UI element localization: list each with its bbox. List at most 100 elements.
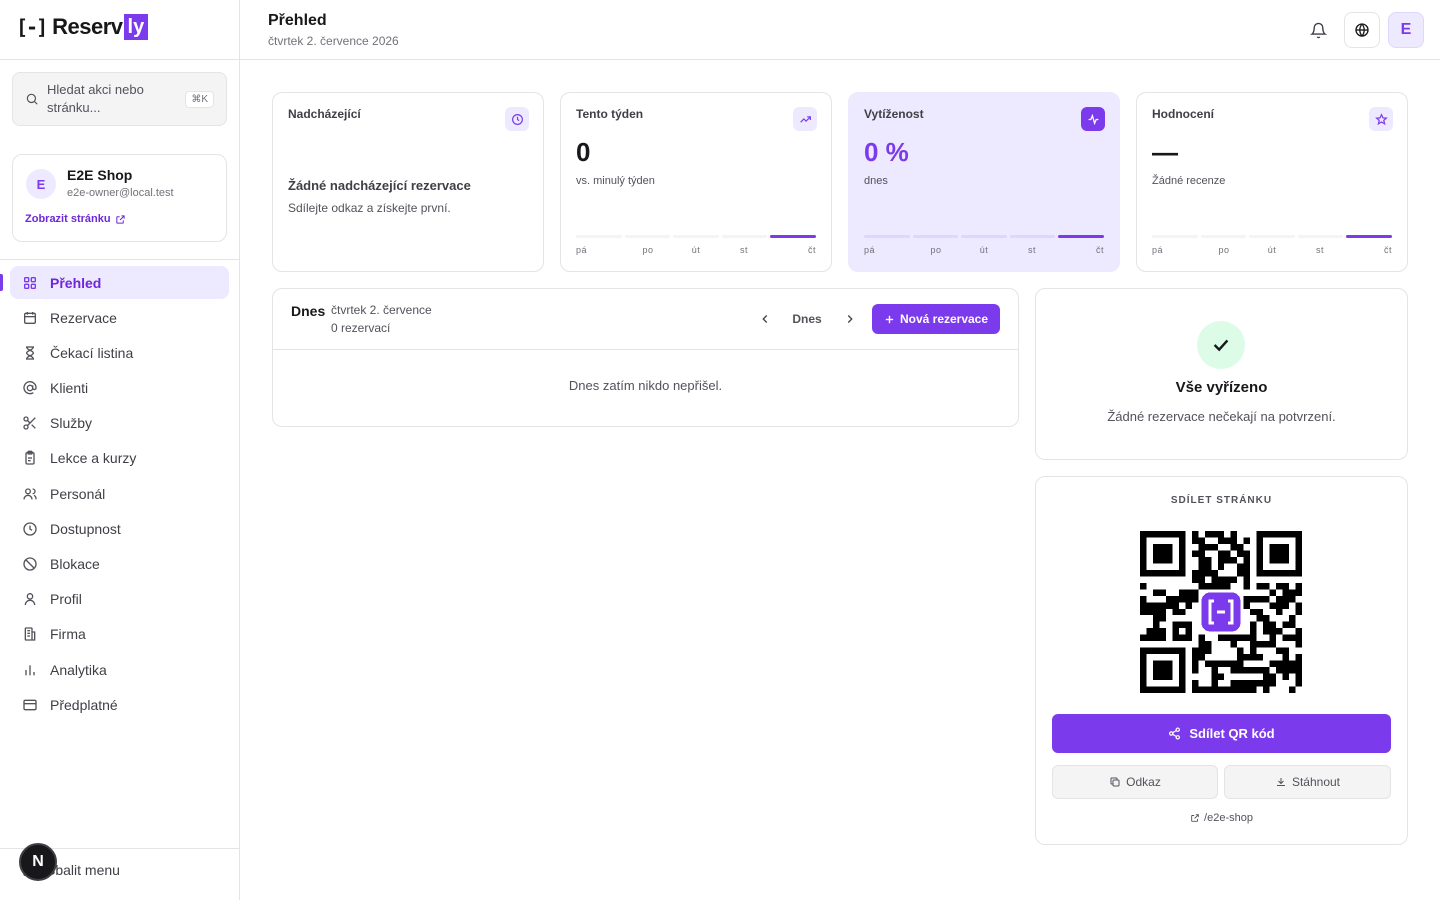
day-label: pá: [1152, 245, 1164, 255]
prev-day-button[interactable]: [753, 307, 777, 331]
day-label: út: [1267, 245, 1277, 255]
sidebar-item-1[interactable]: Přehled: [0, 266, 229, 299]
sidebar-item-label: Analytika: [50, 661, 107, 678]
today-empty-message: Dnes zatím nikdo nepřišel.: [568, 378, 723, 393]
today-card: Dnes čtvrtek 2. července 0 rezervací Dne…: [272, 288, 1019, 427]
day-label: pá: [864, 245, 876, 255]
user-menu-button[interactable]: E: [1388, 12, 1424, 48]
sidebar: [-] Reserv ly Hledat akci nebo stránku..…: [0, 0, 240, 900]
stat-sub: Žádné recenze: [1152, 175, 1226, 187]
bar-chart-icon: [25, 664, 35, 675]
sidebar-item-label: Profil: [50, 591, 82, 608]
stat-card-week: Tento týden 0 vs. minulý týden pá po út st č…: [560, 92, 832, 272]
sidebar-item-10[interactable]: Profil: [10, 583, 229, 616]
divider: [0, 59, 240, 60]
sidebar-item-label: Klienti: [50, 380, 89, 397]
sidebar-item-2[interactable]: Rezervace: [10, 301, 229, 334]
shop-avatar: E: [26, 169, 56, 199]
copy-icon: [1110, 777, 1120, 787]
sidebar-item-label: Firma: [50, 626, 86, 643]
sidebar-item-7[interactable]: Personál: [10, 477, 229, 510]
divider: [0, 259, 240, 260]
sidebar-item-9[interactable]: Blokace: [10, 548, 229, 581]
plus-icon: [885, 315, 894, 323]
logo-bracket: [-]: [16, 15, 48, 39]
sidebar-item-label: Čekací listina: [50, 344, 134, 361]
today-count: 0 rezervací: [331, 321, 391, 335]
search-input[interactable]: Hledat akci nebo stránku...: [47, 81, 167, 117]
pending-title: Vše vyřízeno: [1175, 379, 1268, 396]
day-label: po: [1218, 245, 1230, 255]
day-label: čt: [807, 245, 816, 255]
day-label: pá: [576, 245, 588, 255]
shop-name: E2E Shop: [67, 167, 133, 183]
stat-icon-box: [1081, 107, 1105, 131]
stat-label: Hodnocení: [1152, 107, 1214, 121]
stat-value: —: [1152, 137, 1178, 167]
sidebar-item-3[interactable]: Čekací listina: [10, 336, 229, 369]
view-page-label: Zobrazit stránku: [25, 213, 111, 225]
pending-sub: Žádné rezervace nečekají na potvrzení.: [1107, 409, 1336, 424]
stat-card-occupancy: Vytíženost 0 % dnes pá po út st čt: [848, 92, 1120, 272]
sidebar-item-5[interactable]: Služby: [10, 407, 229, 440]
search-icon: [26, 93, 38, 105]
check-badge: [1197, 321, 1245, 369]
sidebar-item-12[interactable]: Analytika: [10, 653, 229, 686]
copy-link-button[interactable]: Odkaz: [1052, 765, 1218, 799]
notifications-button[interactable]: [1300, 12, 1336, 48]
today-button[interactable]: Dnes: [783, 305, 831, 333]
sidebar-item-label: Blokace: [50, 556, 100, 572]
day-label: út: [691, 245, 701, 255]
search-box[interactable]: Hledat akci nebo stránku... ⌘K: [12, 72, 227, 126]
day-label: st: [739, 245, 748, 255]
today-date: čtvrtek 2. července: [331, 303, 432, 317]
share-qr-button[interactable]: Sdílet QR kód: [1052, 714, 1391, 753]
day-labels: pá po út st čt: [864, 245, 1104, 255]
sidebar-item-label: Přehled: [50, 274, 102, 291]
top-header: Přehled čtvrtek 2. července 2026 E: [240, 0, 1440, 60]
stat-sub: vs. minulý týden: [576, 175, 655, 187]
day-label: po: [930, 245, 942, 255]
sidebar-item-8[interactable]: Dostupnost: [10, 512, 229, 545]
chevron-right-icon: [847, 315, 853, 323]
copy-link-label: Odkaz: [1126, 775, 1161, 789]
new-reservation-button[interactable]: Nová rezervace: [872, 304, 1000, 334]
logo-suffix: ly: [123, 14, 149, 40]
sidebar-item-11[interactable]: Firma: [10, 618, 229, 651]
day-label: po: [642, 245, 654, 255]
globe-icon: [1355, 23, 1369, 38]
stat-value: 0 %: [864, 137, 909, 167]
public-page-link[interactable]: /e2e-shop: [1036, 812, 1407, 824]
page-title: Přehled: [268, 12, 327, 29]
sidebar-item-4[interactable]: Klienti: [10, 372, 229, 405]
stat-card-rating: Hodnocení — Žádné recenze pá po út st čt: [1136, 92, 1408, 272]
language-button[interactable]: [1344, 12, 1380, 48]
download-button[interactable]: Stáhnout: [1224, 765, 1391, 799]
next-day-button[interactable]: [838, 307, 862, 331]
day-label: čt: [1095, 245, 1104, 255]
share-heading: SDÍLET STRÁNKU: [1170, 495, 1273, 506]
stat-icon-box: [1369, 107, 1393, 131]
bell-icon: [1309, 22, 1327, 38]
sidebar-item-label: Rezervace: [50, 309, 117, 326]
user-icon: [24, 593, 36, 606]
brand-logo[interactable]: [-] Reserv ly: [16, 14, 149, 40]
sparkline-bars: [576, 235, 816, 238]
sidebar-item-label: Předplatné: [50, 696, 118, 713]
sidebar-item-13[interactable]: Předplatné: [10, 688, 229, 721]
sparkline-bars: [1152, 235, 1392, 238]
at-sign-icon: [23, 381, 37, 395]
today-title: Dnes: [291, 303, 326, 319]
ban-icon: [23, 557, 37, 571]
page-date: čtvrtek 2. července 2026: [268, 34, 399, 48]
view-page-link[interactable]: Zobrazit stránku: [25, 213, 126, 225]
search-shortcut: ⌘K: [185, 90, 214, 108]
sidebar-item-label: Personál: [50, 485, 106, 502]
sparkline-bars: [864, 235, 1104, 238]
grid-icon: [23, 276, 36, 289]
clipboard-icon: [25, 451, 35, 466]
clock-icon: [23, 522, 37, 536]
sidebar-item-6[interactable]: Lekce a kurzy: [10, 442, 229, 475]
dev-tools-badge[interactable]: N: [19, 843, 57, 881]
day-label: čt: [1383, 245, 1392, 255]
